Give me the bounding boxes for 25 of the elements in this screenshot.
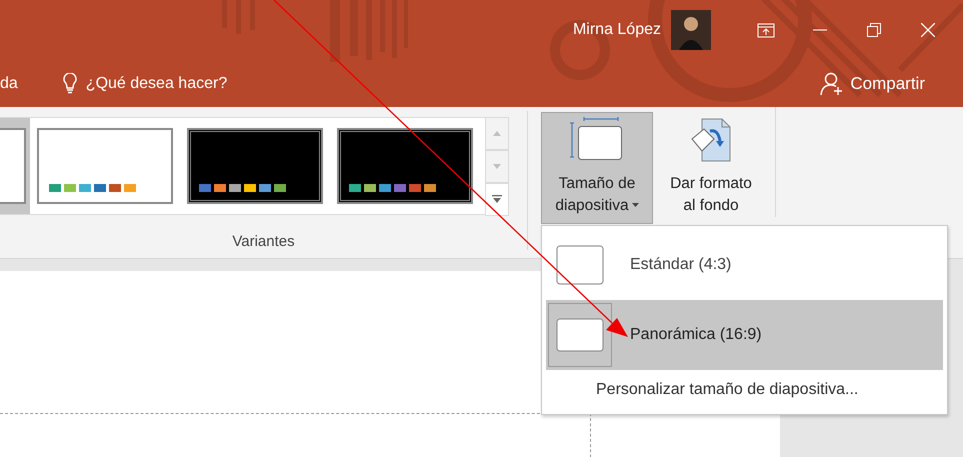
- down-arrow-icon: [493, 164, 501, 168]
- variant-thumbnail[interactable]: [0, 118, 30, 214]
- ribbon-command-button[interactable]: Dar formato al fondo: [655, 112, 767, 224]
- group-label: Variantes: [231, 233, 296, 250]
- menu-item[interactable]: Estándar (4:3): [546, 230, 943, 300]
- share-button[interactable]: Compartir: [850, 74, 925, 94]
- avatar[interactable]: [671, 10, 711, 50]
- more-button[interactable]: [485, 182, 509, 216]
- share-person-icon[interactable]: [820, 72, 844, 96]
- lightbulb-icon[interactable]: [62, 72, 78, 94]
- ribbon-command-button[interactable]: Tamaño de diapositiva: [541, 112, 653, 224]
- menu-item[interactable]: Panorámica (16:9): [546, 300, 943, 370]
- expand-icon: [492, 195, 502, 203]
- restore-icon[interactable]: [867, 23, 881, 37]
- user-name: Mirna López: [572, 21, 661, 39]
- up-arrow-icon: [493, 130, 501, 136]
- ribbon-display-options-icon[interactable]: [757, 22, 775, 38]
- menu-item[interactable]: Personalizar tamaño de diapositiva...: [542, 370, 947, 410]
- slide-size-icon: [570, 117, 624, 163]
- slide-shape-icon: [556, 245, 604, 285]
- close-icon[interactable]: [921, 23, 935, 37]
- tell-me-field[interactable]: ¿Qué desea hacer?: [86, 74, 228, 92]
- minimize-icon[interactable]: [813, 29, 827, 31]
- slide-shape-icon: [556, 318, 604, 352]
- ribbon-tab[interactable]: da: [0, 74, 18, 92]
